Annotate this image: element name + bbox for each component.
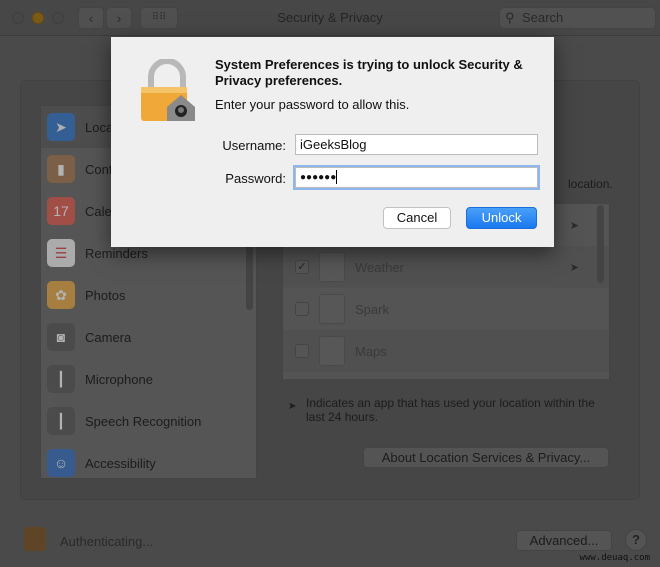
password-label: Password: bbox=[225, 171, 286, 186]
unlock-dialog: System Preferences is trying to unlock S… bbox=[111, 37, 554, 247]
note-text: Indicates an app that has used your loca… bbox=[306, 396, 595, 424]
app-row[interactable]: Spark bbox=[283, 288, 609, 330]
dialog-title: System Preferences is trying to unlock S… bbox=[215, 57, 523, 88]
auth-status: Authenticating... bbox=[60, 534, 154, 549]
location-arrow-icon: ➤ bbox=[288, 401, 297, 412]
sidebar-item-label: Cale bbox=[85, 203, 112, 219]
search-icon: ⚲ bbox=[505, 10, 515, 25]
lock-icon[interactable] bbox=[24, 527, 46, 551]
text-caret bbox=[336, 170, 338, 185]
sidebar-item[interactable]: ┃ Microphone bbox=[41, 358, 256, 400]
sidebar-item-label: Camera bbox=[85, 329, 132, 345]
username-label: Username: bbox=[222, 138, 286, 153]
advanced-button[interactable]: Advanced... bbox=[516, 530, 612, 551]
location-arrow-icon: ➤ bbox=[47, 113, 75, 141]
app-icon bbox=[319, 252, 345, 282]
recent-location-note: ➤ Indicates an app that has used your loc… bbox=[288, 396, 608, 424]
sidebar-scrollbar[interactable] bbox=[246, 240, 253, 310]
sidebar-item-label: Accessibility bbox=[85, 455, 156, 471]
sidebar-item[interactable]: ☺ Accessibility bbox=[41, 442, 256, 478]
username-field[interactable]: iGeeksBlog bbox=[295, 134, 538, 155]
unlock-button[interactable]: Unlock bbox=[466, 207, 537, 229]
sidebar-item-label: Cont bbox=[85, 161, 113, 177]
about-location-button[interactable]: About Location Services & Privacy... bbox=[363, 447, 609, 468]
sidebar-item[interactable]: ┃ Speech Recognition bbox=[41, 400, 256, 442]
dialog-subtitle: Enter your password to allow this. bbox=[215, 97, 410, 112]
waveform-icon: ┃ bbox=[47, 407, 75, 435]
watermark: www.deuaq.com bbox=[579, 553, 650, 563]
photos-icon: ✿ bbox=[47, 281, 75, 309]
app-checkbox[interactable] bbox=[295, 344, 309, 358]
sidebar-item[interactable]: ◙ Camera bbox=[41, 316, 256, 358]
app-name: Spark bbox=[355, 301, 389, 317]
padlock-icon bbox=[141, 59, 195, 121]
contacts-icon: ▮ bbox=[47, 155, 75, 183]
sidebar-item-label: Microphone bbox=[85, 371, 153, 387]
password-field[interactable]: ●●●●●● bbox=[295, 167, 538, 188]
location-arrow-icon: ➤ bbox=[569, 261, 579, 274]
app-checkbox[interactable] bbox=[295, 302, 309, 316]
app-checkbox[interactable]: ✓ bbox=[295, 260, 309, 274]
calendar-icon: 17 bbox=[47, 197, 75, 225]
app-name: Maps bbox=[355, 343, 387, 359]
search-placeholder: Search bbox=[522, 10, 564, 25]
sidebar-item-label: Loca bbox=[85, 119, 114, 135]
microphone-icon: ┃ bbox=[47, 365, 75, 393]
password-dots: ●●●●●● bbox=[300, 172, 337, 183]
reminders-icon: ☰ bbox=[47, 239, 75, 267]
location-arrow-icon: ➤ bbox=[569, 219, 579, 232]
location-description: location. bbox=[568, 177, 613, 191]
help-button[interactable]: ? bbox=[625, 529, 647, 551]
camera-icon: ◙ bbox=[47, 323, 75, 351]
sidebar-item-label: Speech Recognition bbox=[85, 413, 202, 429]
sidebar-item-label: Photos bbox=[85, 287, 126, 303]
app-row[interactable]: Maps bbox=[283, 330, 609, 372]
cancel-button[interactable]: Cancel bbox=[383, 207, 451, 229]
app-icon bbox=[319, 336, 345, 366]
accessibility-icon: ☺ bbox=[47, 449, 75, 477]
titlebar: ‹ › ⠿⠿ Security & Privacy ⚲ Search bbox=[0, 0, 660, 36]
sidebar-item-label: Reminders bbox=[85, 245, 148, 261]
app-row[interactable]: ✓ Weather ➤ bbox=[283, 246, 609, 288]
app-icon bbox=[319, 294, 345, 324]
app-list-scrollbar[interactable] bbox=[597, 205, 604, 283]
app-name: Weather bbox=[355, 259, 404, 275]
sidebar-item[interactable]: ✿ Photos bbox=[41, 274, 256, 316]
search-input[interactable]: ⚲ Search bbox=[499, 7, 656, 29]
